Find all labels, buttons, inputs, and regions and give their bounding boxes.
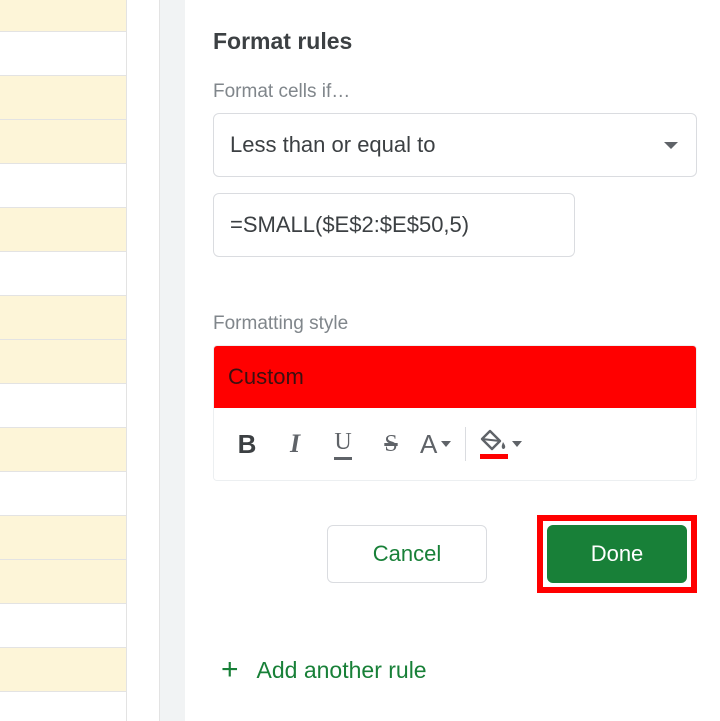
style-box: Custom B I U S A bbox=[213, 345, 697, 481]
chevron-down-icon bbox=[664, 142, 678, 149]
sheet-cell[interactable] bbox=[0, 472, 127, 516]
style-preview[interactable]: Custom bbox=[214, 346, 696, 408]
chevron-down-icon bbox=[441, 441, 451, 447]
chevron-down-icon bbox=[512, 441, 522, 447]
sheet-cell[interactable] bbox=[0, 76, 127, 120]
text-color-button[interactable]: A bbox=[416, 421, 455, 467]
formatting-style-label: Formatting style bbox=[213, 313, 704, 335]
sheet-cell[interactable] bbox=[0, 604, 127, 648]
sheet-cell[interactable] bbox=[0, 428, 127, 472]
done-highlight-box: Done bbox=[537, 515, 697, 593]
button-row: Cancel Done bbox=[213, 515, 697, 593]
done-button[interactable]: Done bbox=[547, 525, 687, 583]
format-cells-if-label: Format cells if… bbox=[213, 81, 704, 103]
condition-selected-value: Less than or equal to bbox=[230, 132, 435, 158]
condition-value-input[interactable] bbox=[213, 193, 575, 257]
fill-color-button[interactable] bbox=[476, 421, 526, 467]
plus-icon: + bbox=[221, 655, 239, 685]
underline-button[interactable]: U bbox=[320, 421, 366, 467]
sheet-cell[interactable] bbox=[0, 340, 127, 384]
sheet-cell[interactable] bbox=[0, 648, 127, 692]
sheet-cell[interactable] bbox=[0, 384, 127, 428]
format-rules-panel: Format rules Format cells if… Less than … bbox=[185, 0, 720, 721]
condition-dropdown[interactable]: Less than or equal to bbox=[213, 113, 697, 177]
sheet-cell[interactable] bbox=[0, 252, 127, 296]
sheet-empty-column bbox=[127, 0, 160, 721]
sheet-cell[interactable] bbox=[0, 120, 127, 164]
sheet-cell[interactable] bbox=[0, 0, 127, 32]
sheet-cell[interactable] bbox=[0, 32, 127, 76]
add-rule-label: Add another rule bbox=[257, 657, 427, 684]
sheet-cell[interactable] bbox=[0, 296, 127, 340]
add-another-rule-button[interactable]: + Add another rule bbox=[213, 655, 704, 685]
separator bbox=[465, 427, 466, 461]
sheet-cell[interactable] bbox=[0, 560, 127, 604]
sheet-cell[interactable] bbox=[0, 208, 127, 252]
sheet-cell[interactable] bbox=[0, 692, 127, 721]
scrollbar-gutter[interactable] bbox=[160, 0, 185, 721]
sheet-cell[interactable] bbox=[0, 164, 127, 208]
sheet-preview bbox=[0, 0, 185, 721]
text-color-icon: A bbox=[420, 431, 437, 457]
section-title: Format rules bbox=[213, 28, 704, 55]
paint-bucket-icon bbox=[480, 429, 508, 459]
sheet-cell[interactable] bbox=[0, 516, 127, 560]
style-name: Custom bbox=[228, 364, 304, 390]
strikethrough-button[interactable]: S bbox=[368, 421, 414, 467]
bold-button[interactable]: B bbox=[224, 421, 270, 467]
cancel-button[interactable]: Cancel bbox=[327, 525, 487, 583]
style-toolbar: B I U S A bbox=[214, 408, 696, 480]
italic-button[interactable]: I bbox=[272, 421, 318, 467]
